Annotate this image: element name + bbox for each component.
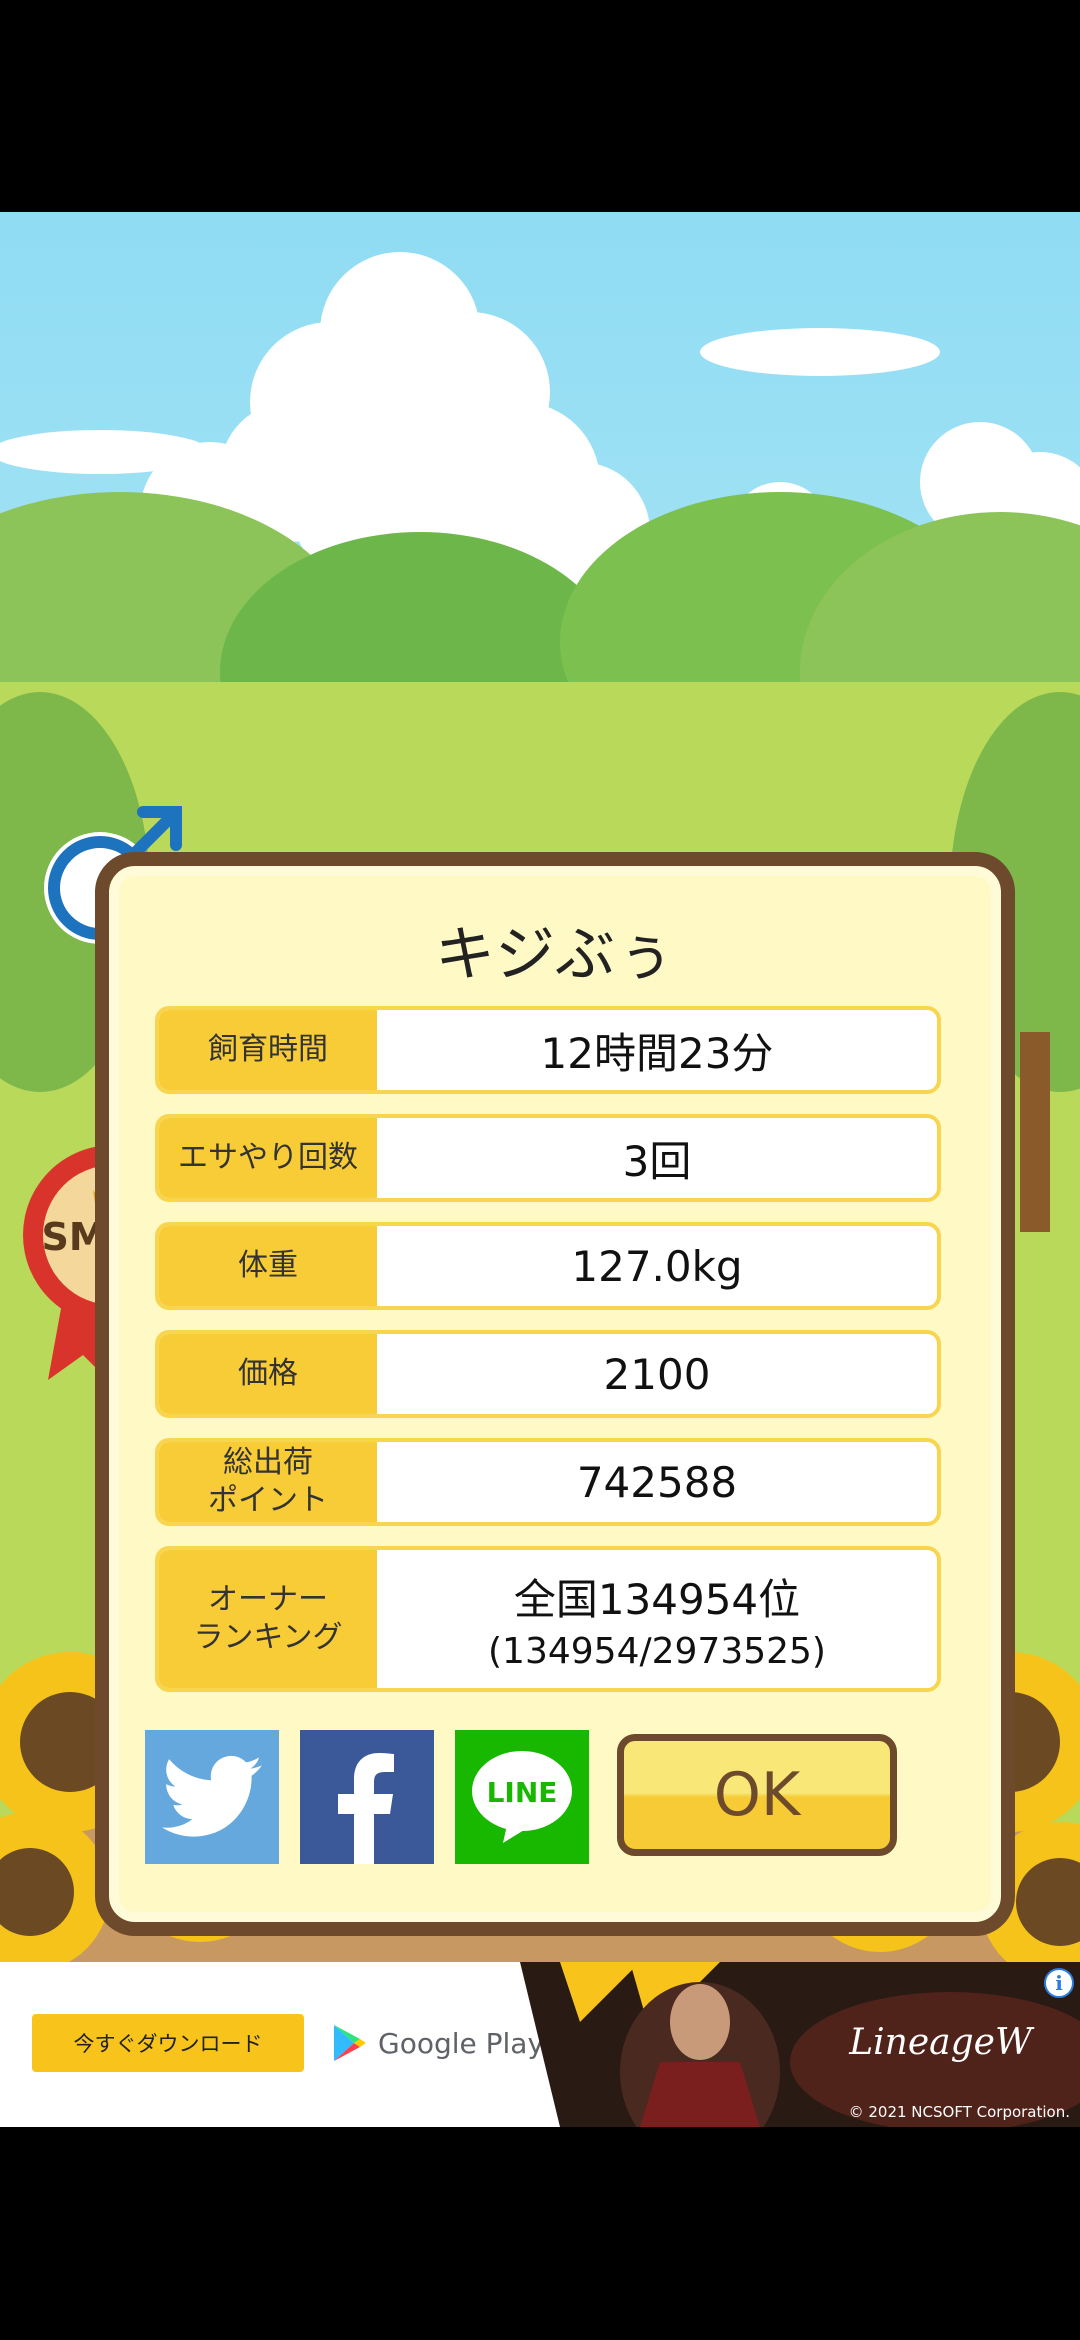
stat-label: 体重 [159, 1226, 377, 1306]
stat-row-shipping-points: 総出荷 ポイント 742588 [155, 1438, 941, 1526]
stat-row-feed-count: エサやり回数 3回 [155, 1114, 941, 1202]
result-dialog: キジぶぅ 飼育時間 12時間23分 エサやり回数 3回 体重 127.0kg 価… [95, 852, 1015, 1936]
stat-label: 総出荷 ポイント [159, 1442, 377, 1522]
game-scene: オス SMALL キジぶぅ 飼育時間 12時間23分 エサやり回数 3回 体重 … [0, 212, 1080, 1962]
ok-button[interactable]: OK [617, 1734, 897, 1856]
stat-row-breeding-time: 飼育時間 12時間23分 [155, 1006, 941, 1094]
stat-label: 飼育時間 [159, 1010, 377, 1090]
line-icon: LINE [472, 1751, 572, 1843]
stat-label: 価格 [159, 1334, 377, 1414]
stat-value: 742588 [576, 1457, 738, 1507]
ranking-main: 全国134954位 [513, 1575, 801, 1624]
ad-banner[interactable]: 今すぐダウンロード Google Play LineageW © 2021 NC… [0, 1962, 1080, 2127]
ad-info-icon[interactable]: i [1044, 1968, 1074, 1998]
ad-game-logo: LineageW [849, 2022, 1032, 2063]
google-play-badge[interactable]: Google Play [332, 2020, 544, 2066]
stat-row-owner-ranking: オーナー ランキング 全国134954位 (134954/2973525) [155, 1546, 941, 1692]
pig-name-title: キジぶぅ [435, 920, 675, 990]
twitter-share-button[interactable] [145, 1730, 279, 1864]
svg-text:LINE: LINE [487, 1776, 558, 1809]
facebook-f-icon [338, 1753, 394, 1864]
stat-row-price: 価格 2100 [155, 1330, 941, 1418]
facebook-share-button[interactable] [300, 1730, 434, 1864]
stat-value: 12時間23分 [540, 1028, 774, 1078]
stats-list: 飼育時間 12時間23分 エサやり回数 3回 体重 127.0kg 価格 210… [155, 1006, 941, 1712]
stat-value: 全国134954位 (134954/2973525) [377, 1550, 937, 1688]
google-play-icon [334, 2025, 366, 2061]
twitter-bird-icon [162, 1755, 262, 1837]
stat-value: 2100 [603, 1349, 711, 1399]
stat-label: エサやり回数 [159, 1118, 377, 1198]
stat-value: 127.0kg [571, 1241, 743, 1291]
ranking-detail: (134954/2973525) [488, 1631, 826, 1672]
ad-download-button[interactable]: 今すぐダウンロード [32, 2014, 304, 2072]
stat-label: オーナー ランキング [159, 1550, 377, 1688]
ad-copyright: © 2021 NCSOFT Corporation. [848, 2103, 1070, 2121]
stat-row-weight: 体重 127.0kg [155, 1222, 941, 1310]
stat-value: 3回 [622, 1136, 692, 1186]
line-share-button[interactable]: LINE [455, 1730, 589, 1864]
